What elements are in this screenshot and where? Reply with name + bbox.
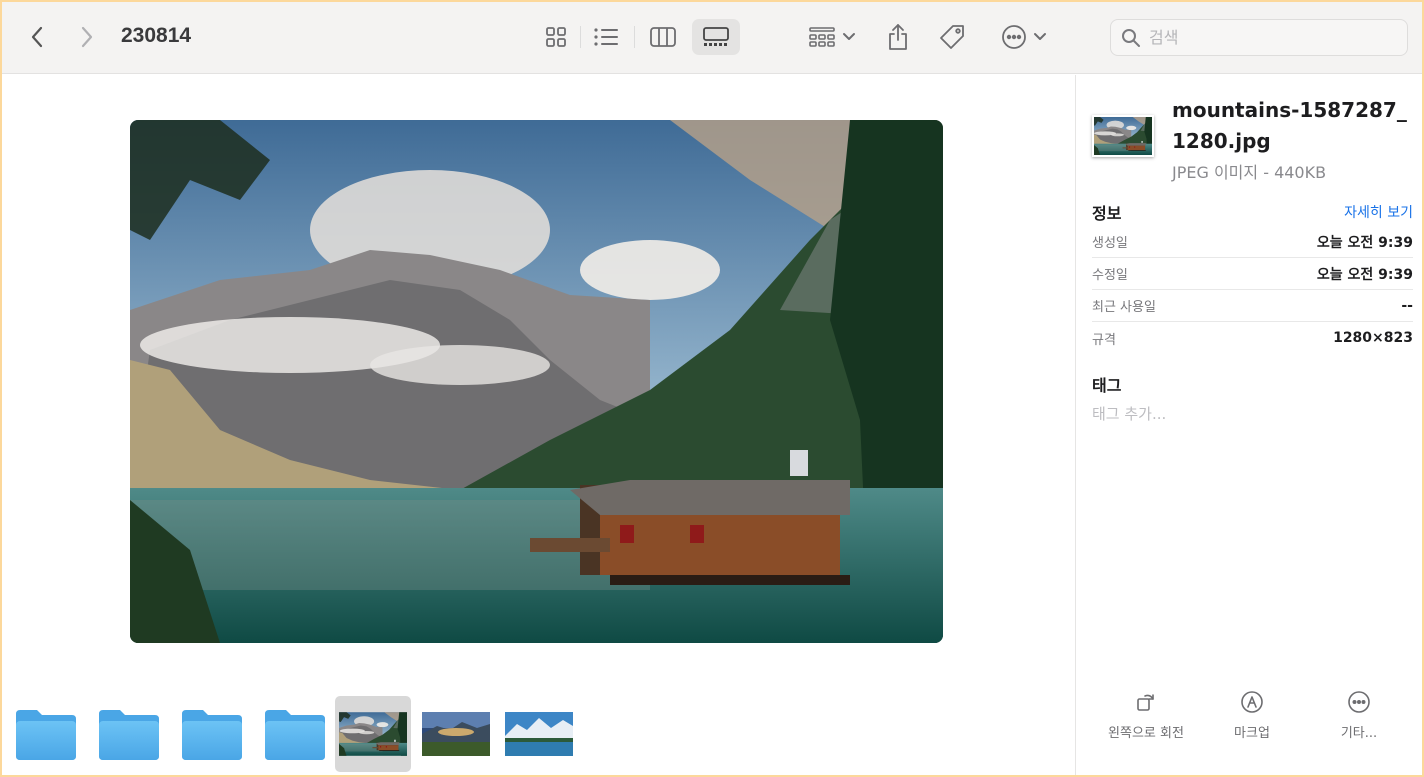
info-key: 최근 사용일 [1092,300,1156,315]
chevron-right-icon [81,26,93,48]
filmstrip-image[interactable] [418,696,494,772]
share-button[interactable] [880,19,916,55]
markup-icon [1241,691,1263,713]
tags-section-title: 태그 [1092,376,1122,395]
markup-button[interactable]: 마크업 [1202,690,1302,741]
add-tag-field[interactable]: 태그 추가... [1092,403,1166,424]
icon-view-button[interactable] [536,19,576,55]
icon-view-icon [546,27,566,47]
share-icon [889,24,907,50]
more-actions-button[interactable] [994,19,1054,55]
column-view-icon [650,27,676,47]
tag-icon [940,25,964,49]
file-type: JPEG 이미지 - 440KB [1172,163,1327,182]
image-preview[interactable] [130,120,943,643]
folder-icon [182,710,242,760]
info-row-dimensions: 규격 1280×823 [1092,322,1413,354]
folder-icon [99,710,159,760]
info-key: 수정일 [1092,268,1128,283]
info-row-created: 생성일 오늘 오전 9:39 [1092,226,1413,258]
gallery-view-icon [703,27,729,46]
folder-title: 230814 [121,24,192,47]
list-view-button[interactable] [586,19,626,55]
filmstrip-folder[interactable] [91,696,167,772]
filmstrip-folder[interactable] [174,696,250,772]
info-key: 규격 [1092,332,1116,348]
landscape-photo [130,120,943,643]
show-more-link[interactable]: 자세히 보기 [1344,202,1413,222]
info-value: 1280×823 [1333,330,1413,346]
toolbar: 230814 [2,2,1422,74]
gallery-main [2,75,1075,775]
inspector-panel: mountains-1587287_1280.jpg JPEG 이미지 - 44… [1076,75,1422,775]
info-key: 생성일 [1092,236,1128,251]
filmstrip [2,685,1075,772]
back-button[interactable] [22,19,52,55]
ellipsis-circle-icon [1002,25,1026,49]
folder-icon [16,710,76,760]
chevron-left-icon [31,26,43,48]
group-by-icon [809,27,835,47]
search-box[interactable] [1110,19,1408,56]
gallery-view-button[interactable] [692,19,740,55]
tag-button[interactable] [934,19,970,55]
search-input[interactable] [1149,28,1389,47]
image-thumbnail [505,712,573,756]
filmstrip-image-selected[interactable] [335,696,411,772]
info-value: 오늘 오전 9:39 [1316,266,1413,283]
finder-window: 230814 검색 mountains-1587287_1280.jpg JPE… [2,2,1422,775]
filmstrip-folder[interactable] [257,696,333,772]
info-value: -- [1401,297,1413,314]
more-icon [1348,691,1370,713]
group-by-button[interactable] [802,19,862,55]
info-row-last-opened: 최근 사용일 -- [1092,290,1413,322]
info-value: 오늘 오전 9:39 [1316,234,1413,251]
file-thumbnail [1092,115,1154,157]
filmstrip-folder[interactable] [8,696,84,772]
column-view-button[interactable] [643,19,683,55]
image-thumbnail [422,712,490,756]
action-label: 기타... [1340,726,1378,741]
filmstrip-image[interactable] [501,696,577,772]
rotate-left-icon [1137,694,1154,711]
folder-icon [265,710,325,760]
action-label: 왼쪽으로 회전 [1108,726,1184,741]
chevron-down-icon [843,33,855,40]
file-name: mountains-1587287_1280.jpg [1172,98,1407,153]
action-label: 마크업 [1234,726,1270,741]
rotate-left-button[interactable]: 왼쪽으로 회전 [1096,690,1196,741]
chevron-down-icon [1034,33,1046,40]
more-button[interactable]: 기타... [1309,690,1409,741]
forward-button[interactable] [72,19,102,55]
info-section-title: 정보 [1092,204,1122,223]
list-view-icon [594,28,618,46]
info-row-modified: 수정일 오늘 오전 9:39 [1092,258,1413,290]
image-thumbnail [339,712,407,756]
search-icon [1122,28,1140,47]
